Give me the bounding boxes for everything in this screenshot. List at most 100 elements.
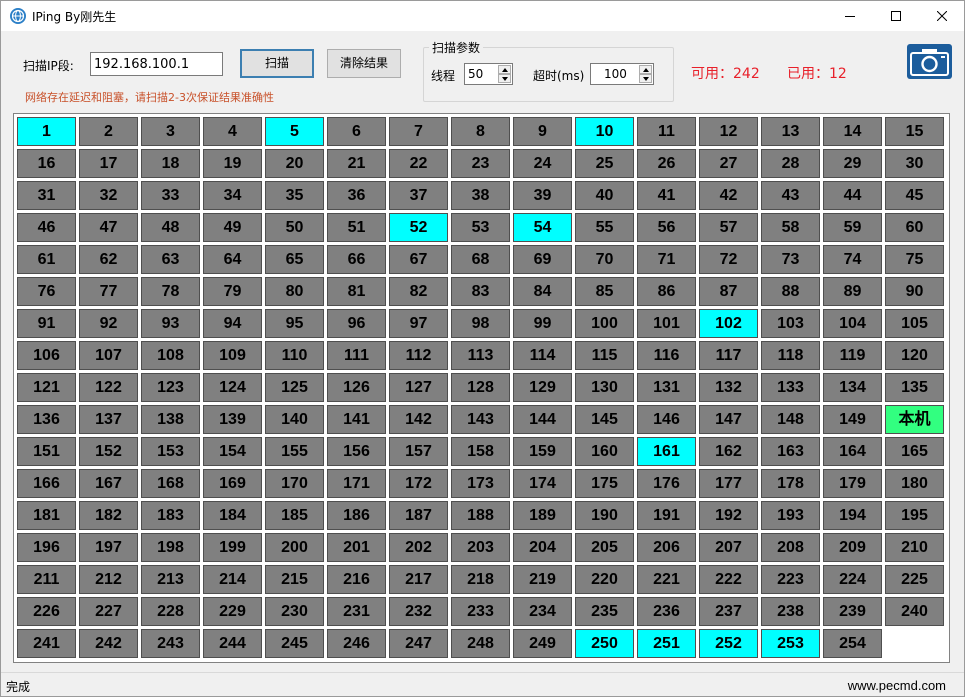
ip-cell[interactable]: 208 — [761, 533, 820, 562]
timeout-value[interactable]: 100 — [604, 67, 627, 81]
screenshot-button[interactable] — [907, 44, 952, 79]
ip-cell[interactable]: 201 — [327, 533, 386, 562]
ip-cell[interactable]: 10 — [575, 117, 634, 146]
ip-cell[interactable]: 240 — [885, 597, 944, 626]
ip-cell[interactable]: 42 — [699, 181, 758, 210]
ip-cell[interactable]: 252 — [699, 629, 758, 658]
ip-cell[interactable]: 182 — [79, 501, 138, 530]
ip-cell[interactable]: 137 — [79, 405, 138, 434]
ip-cell[interactable]: 4 — [203, 117, 262, 146]
ip-cell[interactable]: 169 — [203, 469, 262, 498]
ip-cell[interactable]: 188 — [451, 501, 510, 530]
ip-cell[interactable]: 251 — [637, 629, 696, 658]
ip-cell[interactable]: 167 — [79, 469, 138, 498]
ip-cell[interactable]: 56 — [637, 213, 696, 242]
ip-cell[interactable]: 82 — [389, 277, 448, 306]
ip-cell[interactable]: 192 — [699, 501, 758, 530]
ip-cell[interactable]: 128 — [451, 373, 510, 402]
ip-cell[interactable]: 49 — [203, 213, 262, 242]
ip-cell[interactable]: 146 — [637, 405, 696, 434]
ip-cell[interactable]: 48 — [141, 213, 200, 242]
ip-cell[interactable]: 102 — [699, 309, 758, 338]
ip-cell[interactable]: 224 — [823, 565, 882, 594]
ip-cell[interactable]: 126 — [327, 373, 386, 402]
ip-cell[interactable]: 226 — [17, 597, 76, 626]
ip-cell[interactable]: 222 — [699, 565, 758, 594]
ip-cell[interactable]: 106 — [17, 341, 76, 370]
ip-cell[interactable]: 207 — [699, 533, 758, 562]
ip-cell[interactable]: 214 — [203, 565, 262, 594]
ip-cell[interactable]: 66 — [327, 245, 386, 274]
ip-cell[interactable]: 239 — [823, 597, 882, 626]
ip-cell[interactable]: 76 — [17, 277, 76, 306]
ip-cell[interactable]: 114 — [513, 341, 572, 370]
ip-cell[interactable]: 190 — [575, 501, 634, 530]
ip-cell[interactable]: 27 — [699, 149, 758, 178]
ip-cell[interactable]: 135 — [885, 373, 944, 402]
ip-cell[interactable]: 74 — [823, 245, 882, 274]
ip-cell[interactable]: 253 — [761, 629, 820, 658]
ip-cell[interactable]: 216 — [327, 565, 386, 594]
minimize-button[interactable] — [827, 1, 873, 31]
ip-cell[interactable]: 79 — [203, 277, 262, 306]
ip-cell[interactable]: 88 — [761, 277, 820, 306]
ip-cell[interactable]: 108 — [141, 341, 200, 370]
ip-cell[interactable]: 75 — [885, 245, 944, 274]
ip-cell[interactable]: 12 — [699, 117, 758, 146]
ip-cell[interactable]: 11 — [637, 117, 696, 146]
ip-cell[interactable]: 72 — [699, 245, 758, 274]
ip-cell[interactable]: 196 — [17, 533, 76, 562]
ip-cell[interactable]: 184 — [203, 501, 262, 530]
ip-cell[interactable]: 44 — [823, 181, 882, 210]
ip-cell[interactable]: 162 — [699, 437, 758, 466]
ip-cell[interactable]: 250 — [575, 629, 634, 658]
ip-cell[interactable]: 9 — [513, 117, 572, 146]
ip-cell[interactable]: 159 — [513, 437, 572, 466]
ip-cell[interactable]: 238 — [761, 597, 820, 626]
ip-cell[interactable]: 141 — [327, 405, 386, 434]
ip-cell[interactable]: 178 — [761, 469, 820, 498]
ip-range-input[interactable] — [90, 52, 223, 76]
ip-cell[interactable]: 165 — [885, 437, 944, 466]
ip-cell[interactable]: 223 — [761, 565, 820, 594]
ip-cell[interactable]: 173 — [451, 469, 510, 498]
ip-cell[interactable]: 57 — [699, 213, 758, 242]
ip-cell[interactable]: 180 — [885, 469, 944, 498]
ip-cell[interactable]: 46 — [17, 213, 76, 242]
ip-cell[interactable]: 97 — [389, 309, 448, 338]
ip-cell[interactable]: 65 — [265, 245, 324, 274]
ip-cell[interactable]: 5 — [265, 117, 324, 146]
ip-cell[interactable]: 234 — [513, 597, 572, 626]
ip-cell[interactable]: 144 — [513, 405, 572, 434]
site-link[interactable]: www.pecmd.com — [848, 678, 946, 693]
ip-cell[interactable]: 125 — [265, 373, 324, 402]
ip-cell[interactable]: 181 — [17, 501, 76, 530]
ip-cell[interactable]: 131 — [637, 373, 696, 402]
ip-cell[interactable]: 199 — [203, 533, 262, 562]
ip-cell[interactable]: 218 — [451, 565, 510, 594]
ip-cell[interactable]: 38 — [451, 181, 510, 210]
ip-cell[interactable]: 154 — [203, 437, 262, 466]
ip-cell[interactable]: 231 — [327, 597, 386, 626]
ip-cell[interactable]: 203 — [451, 533, 510, 562]
ip-cell[interactable]: 28 — [761, 149, 820, 178]
ip-cell[interactable]: 166 — [17, 469, 76, 498]
ip-cell[interactable]: 89 — [823, 277, 882, 306]
ip-cell[interactable]: 116 — [637, 341, 696, 370]
ip-cell[interactable]: 183 — [141, 501, 200, 530]
ip-cell[interactable]: 212 — [79, 565, 138, 594]
ip-cell[interactable]: 193 — [761, 501, 820, 530]
ip-cell[interactable]: 123 — [141, 373, 200, 402]
ip-cell[interactable]: 189 — [513, 501, 572, 530]
ip-cell[interactable]: 16 — [17, 149, 76, 178]
thread-up-button[interactable] — [498, 65, 511, 74]
ip-cell[interactable]: 73 — [761, 245, 820, 274]
ip-cell[interactable]: 221 — [637, 565, 696, 594]
ip-cell[interactable]: 227 — [79, 597, 138, 626]
ip-cell[interactable]: 99 — [513, 309, 572, 338]
ip-cell[interactable]: 122 — [79, 373, 138, 402]
ip-cell[interactable]: 158 — [451, 437, 510, 466]
ip-cell[interactable]: 61 — [17, 245, 76, 274]
ip-cell[interactable]: 105 — [885, 309, 944, 338]
ip-cell[interactable]: 101 — [637, 309, 696, 338]
